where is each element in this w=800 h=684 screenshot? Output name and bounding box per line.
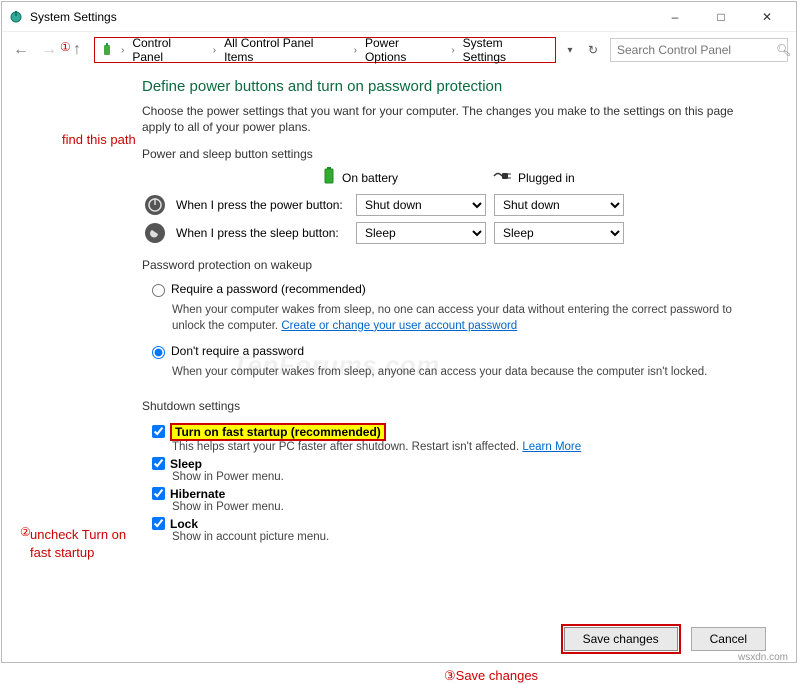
navbar: ← → ① ↑ › Control Panel › All Control Pa… [2, 32, 796, 68]
save-button-highlight: Save changes [561, 624, 681, 654]
column-plugged-in: Plugged in [492, 167, 612, 188]
sleep-battery-select[interactable]: Sleep [356, 222, 486, 244]
fast-startup-description: This helps start your PC faster after sh… [172, 441, 756, 453]
require-password-description: When your computer wakes from sleep, no … [172, 303, 756, 334]
column-on-battery: On battery [322, 167, 442, 188]
row-sleep-button: When I press the sleep button: Sleep Sle… [142, 222, 756, 244]
row-power-button: When I press the power button: Shut down… [142, 194, 756, 216]
search-icon: 🔍︎ [776, 43, 791, 57]
checkbox-lock[interactable] [152, 517, 165, 530]
chevron-right-icon: › [119, 45, 126, 56]
section-shutdown: Shutdown settings [142, 399, 756, 413]
window-title: System Settings [30, 10, 652, 24]
checkbox-sleep[interactable] [152, 457, 165, 470]
no-password-description: When your computer wakes from sleep, any… [172, 365, 756, 381]
annotation-3-text: ③Save changes [444, 668, 538, 684]
power-battery-select[interactable]: Shut down [356, 194, 486, 216]
sleep-button-icon [142, 222, 168, 244]
window: System Settings – □ ✕ ← → ① ↑ › Control … [1, 1, 797, 663]
power-button-label: When I press the power button: [176, 198, 348, 212]
back-button[interactable]: ← [10, 39, 32, 61]
source-watermark: wsxdn.com [738, 652, 788, 663]
radio-no-password[interactable]: Don't require a password [152, 344, 756, 359]
breadcrumb-item[interactable]: System Settings [461, 36, 551, 64]
lock-description: Show in account picture menu. [172, 531, 756, 543]
search-box[interactable]: 🔍︎ [610, 38, 788, 62]
breadcrumb-item[interactable]: Power Options [363, 36, 445, 64]
cancel-button[interactable]: Cancel [691, 627, 766, 651]
titlebar: System Settings – □ ✕ [2, 2, 796, 32]
chevron-right-icon: › [211, 45, 218, 56]
breadcrumb-item[interactable]: Control Panel [130, 36, 206, 64]
minimize-button[interactable]: – [652, 2, 698, 32]
chevron-right-icon: › [352, 45, 359, 56]
checkbox-fast-startup[interactable] [152, 425, 165, 438]
power-button-icon [142, 194, 168, 216]
page-heading: Define power buttons and turn on passwor… [142, 78, 756, 95]
forward-button[interactable]: → [38, 39, 60, 61]
power-plugged-select[interactable]: Shut down [494, 194, 624, 216]
content-area: Define power buttons and turn on passwor… [2, 68, 796, 547]
breadcrumb[interactable]: › Control Panel › All Control Panel Item… [94, 37, 556, 63]
label-hibernate: Hibernate [170, 487, 225, 501]
section-power-sleep: Power and sleep button settings [142, 147, 756, 161]
radio-require-password-input[interactable] [152, 284, 165, 297]
checkbox-hibernate[interactable] [152, 487, 165, 500]
label-fast-startup: Turn on fast startup (recommended) [170, 423, 386, 441]
radio-require-password[interactable]: Require a password (recommended) [152, 282, 756, 297]
breadcrumb-item[interactable]: All Control Panel Items [222, 36, 348, 64]
close-button[interactable]: ✕ [744, 2, 790, 32]
column-headers: On battery Plugged in [322, 167, 756, 188]
annotation-1-number: ① [60, 40, 71, 54]
sleep-button-label: When I press the sleep button: [176, 226, 348, 240]
page-description: Choose the power settings that you want … [142, 103, 756, 135]
battery-icon [322, 167, 336, 188]
hibernate-description: Show in Power menu. [172, 501, 756, 513]
maximize-button[interactable]: □ [698, 2, 744, 32]
refresh-button[interactable]: ↻ [582, 39, 604, 61]
label-lock: Lock [170, 517, 198, 531]
link-change-password[interactable]: Create or change your user account passw… [281, 320, 517, 332]
label-sleep: Sleep [170, 457, 202, 471]
save-button[interactable]: Save changes [564, 627, 678, 651]
chevron-right-icon: › [449, 45, 456, 56]
power-icon [99, 42, 115, 58]
section-password: Password protection on wakeup [142, 258, 756, 272]
radio-no-password-input[interactable] [152, 346, 165, 359]
search-input[interactable] [617, 43, 772, 57]
plug-icon [492, 169, 512, 186]
breadcrumb-history-dropdown[interactable]: ▾ [562, 45, 578, 56]
footer: Save changes Cancel [2, 616, 796, 662]
link-learn-more[interactable]: Learn More [522, 441, 581, 453]
sleep-description: Show in Power menu. [172, 471, 756, 483]
sleep-plugged-select[interactable]: Sleep [494, 222, 624, 244]
app-icon [8, 9, 24, 25]
